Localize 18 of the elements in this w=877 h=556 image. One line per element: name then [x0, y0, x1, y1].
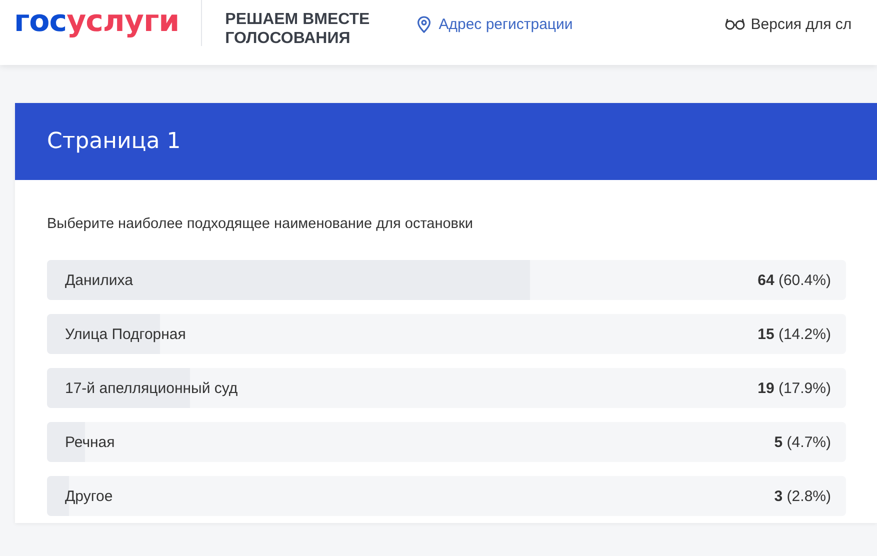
logo[interactable]: госуслуги [14, 4, 180, 39]
location-pin-icon [416, 16, 431, 32]
address-link[interactable]: Адрес регистрации [416, 16, 573, 32]
question-text: Выберите наиболее подходящее наименование для остановки [47, 216, 474, 232]
glasses-icon [724, 18, 745, 30]
option-label: Другое [65, 488, 113, 504]
vote-count: 19 (17.9%) [758, 380, 831, 396]
vote-count: 15 (14.2%) [758, 326, 831, 342]
option-label: 17-й апелляционный суд [65, 380, 238, 396]
accessibility-link[interactable]: Версия для сл [724, 16, 852, 32]
vote-count: 64 (60.4%) [758, 272, 831, 288]
vote-count: 5 (4.7%) [774, 434, 831, 450]
option-label: Речная [65, 434, 115, 450]
page-title: Страница 1 [47, 129, 181, 154]
vote-count: 3 (2.8%) [774, 488, 831, 504]
project-title: РЕШАЕМ ВМЕСТЕ ГОЛОСОВАНИЯ [225, 10, 370, 48]
option-label: Улица Подгорная [65, 326, 186, 342]
option-label: Данилиха [65, 272, 133, 288]
